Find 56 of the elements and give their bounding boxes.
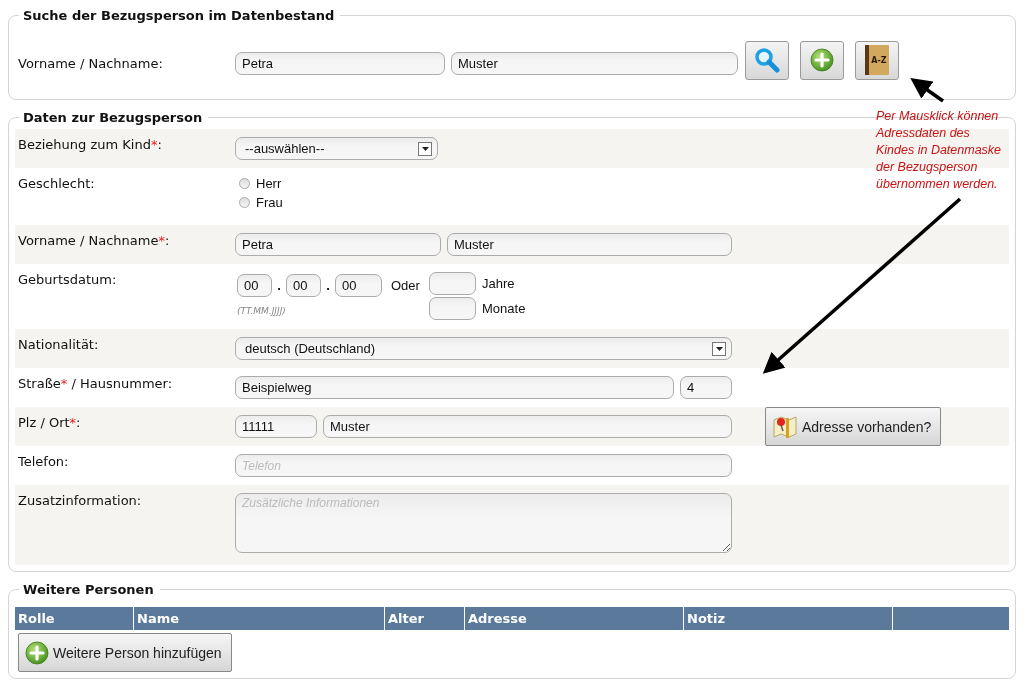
address-book-button[interactable]: A-Z xyxy=(855,40,899,80)
annotation-arrow xyxy=(910,77,944,103)
field-label: Beziehung zum Kind*: xyxy=(17,136,163,152)
last-name-field[interactable]: Muster xyxy=(451,51,738,75)
or-label: Oder xyxy=(391,278,420,294)
caret-icon xyxy=(421,146,429,151)
field-label: Geschlecht: xyxy=(17,175,96,191)
street-field[interactable]: Beispielweg xyxy=(235,376,674,399)
city-field[interactable]: Muster xyxy=(323,415,732,438)
search-button[interactable] xyxy=(745,40,789,80)
radio-option[interactable]: Herr xyxy=(235,176,282,191)
book-icon: A-Z xyxy=(865,45,889,75)
field-label: Straße* / Hausnummer: xyxy=(17,375,174,391)
column-header: Adresse xyxy=(464,607,684,630)
column-header: Name xyxy=(133,607,385,630)
date-field[interactable]: 00 xyxy=(335,274,382,298)
section-title: Weitere Personen xyxy=(22,582,155,597)
number-field[interactable] xyxy=(429,272,476,295)
plus-icon xyxy=(25,640,49,665)
column-header: Notiz xyxy=(683,607,893,630)
first-name-field[interactable]: Petra xyxy=(235,51,445,75)
caret-icon xyxy=(715,346,723,351)
text-field[interactable]: Petra xyxy=(235,233,441,256)
field-label: Vorname / Nachname*: xyxy=(17,232,171,248)
unit-label: Monate xyxy=(482,301,526,316)
date-field[interactable]: 00 xyxy=(237,274,272,298)
text-field[interactable]: Muster xyxy=(447,233,732,256)
section-title: Daten zur Bezugsperson xyxy=(22,110,204,125)
field-label: Nationalität: xyxy=(17,336,100,352)
section-title: Suche der Bezugsperson im Datenbestand xyxy=(22,8,336,23)
address-button[interactable]: Adresse vorhanden? xyxy=(765,407,942,446)
field-label: Plz / Ort*: xyxy=(17,414,82,430)
dropdown[interactable]: --auswählen-- xyxy=(235,137,438,160)
annotation-text: Per Mausklick können Adressdaten des Kindes in Datenmaske der Bezugsperson übernommen werden. xyxy=(876,108,1002,193)
field-label: Telefon: xyxy=(17,453,70,469)
date-format-hint: (TT.MM.JJJJ) xyxy=(237,304,287,318)
phone-field[interactable]: Telefon xyxy=(235,454,732,477)
field-label: Zusatzinformation: xyxy=(17,492,143,508)
date-separator: . xyxy=(276,278,282,294)
column-header: Alter xyxy=(384,607,465,630)
radio-option[interactable]: Frau xyxy=(235,195,283,210)
search-icon xyxy=(754,47,780,73)
plus-icon xyxy=(810,48,834,72)
column-header: Rolle xyxy=(15,607,134,630)
map-pin-icon xyxy=(772,413,798,440)
number-field[interactable] xyxy=(429,297,476,320)
field-label: Vorname / Nachname: xyxy=(17,55,164,71)
add-person-button[interactable]: Weitere Person hinzufügen xyxy=(18,633,232,672)
date-field[interactable]: 00 xyxy=(286,274,321,298)
dropdown[interactable]: deutsch (Deutschland) xyxy=(235,337,732,360)
house-number-field[interactable]: 4 xyxy=(680,376,732,399)
add-button[interactable] xyxy=(800,40,844,80)
zip-field[interactable]: 11111 xyxy=(235,415,317,438)
date-separator: . xyxy=(325,278,331,294)
field-label: Geburtsdatum: xyxy=(17,271,118,287)
unit-label: Jahre xyxy=(482,276,515,291)
